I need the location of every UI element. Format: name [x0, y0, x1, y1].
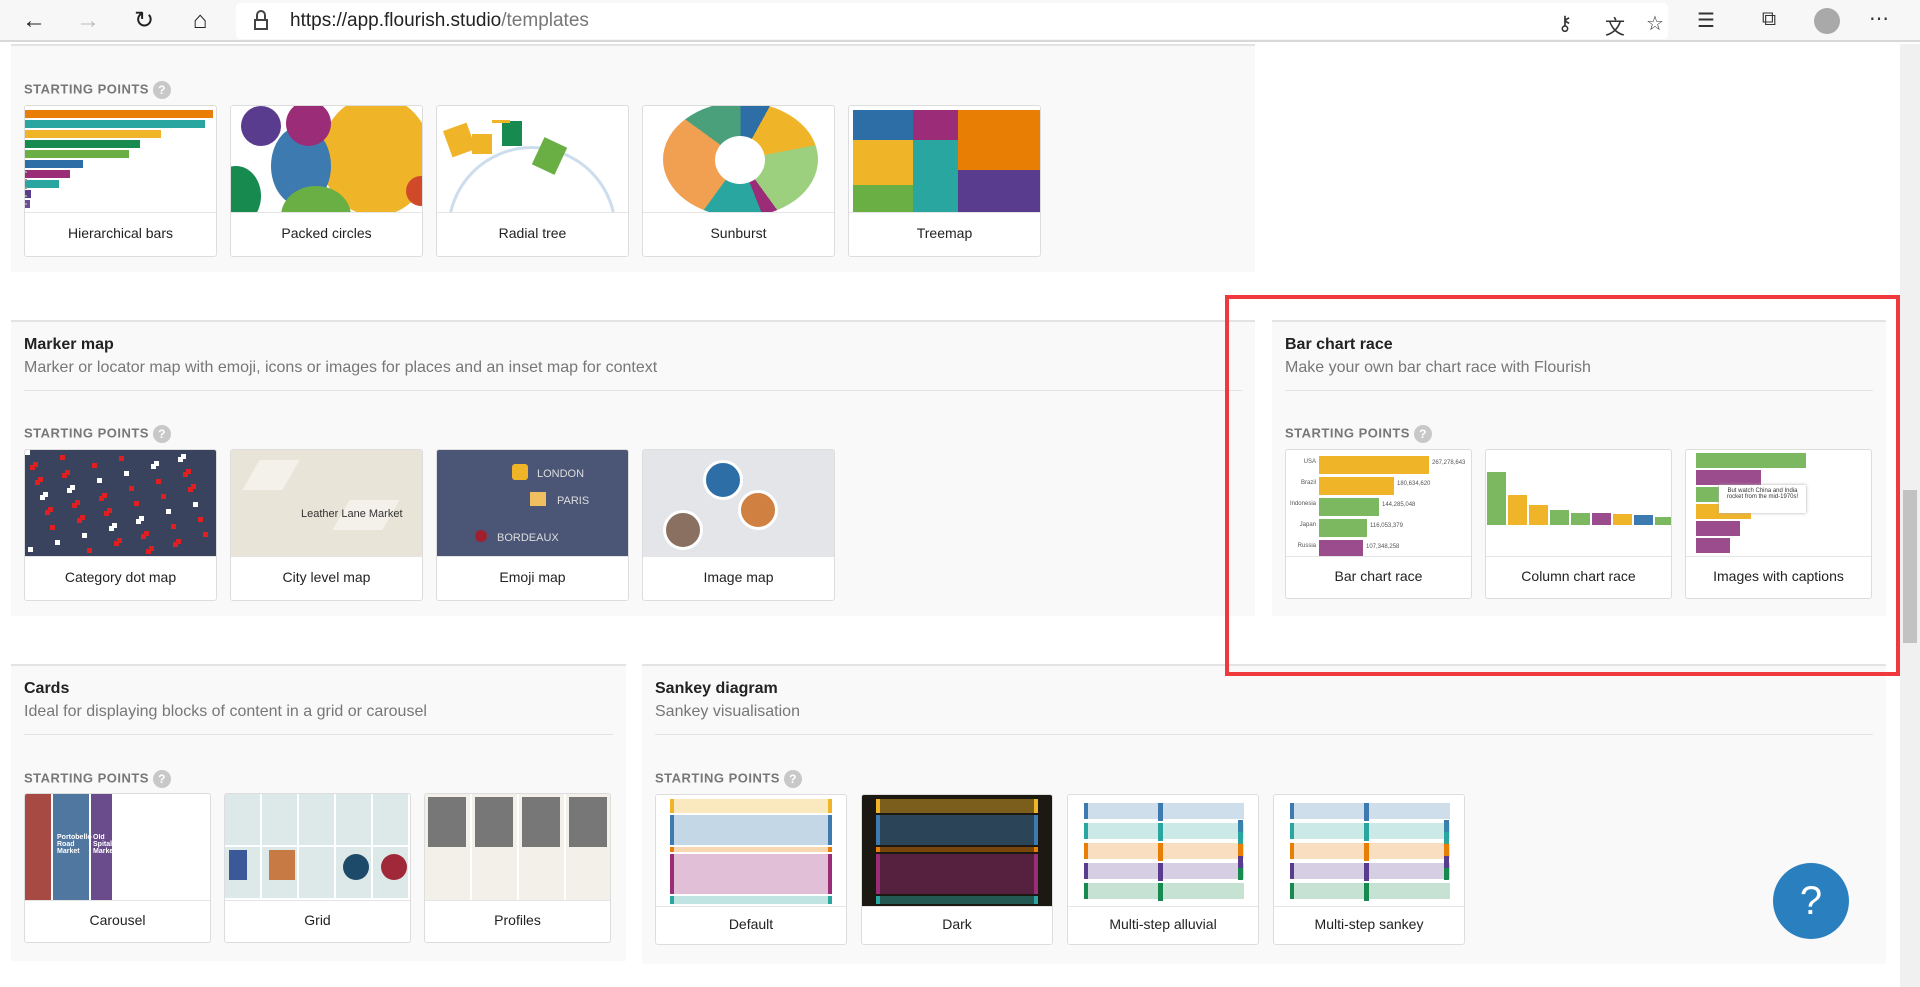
template-thumbnail[interactable]: Portobello Road MarketOld Spitalfields M… — [25, 794, 210, 901]
template-thumbnail[interactable] — [1274, 795, 1464, 907]
template-card[interactable]: Multi-step alluvial — [1067, 794, 1259, 945]
template-card-label[interactable]: Category dot map — [25, 555, 216, 600]
section-subtitle: Marker or locator map with emoji, icons … — [24, 359, 658, 376]
profile-avatar[interactable] — [1814, 8, 1840, 34]
card-list: Default Dark Multi-step alluvial Multi-s… — [655, 794, 1479, 945]
key-icon[interactable]: ⚷ — [1552, 11, 1578, 36]
template-thumbnail[interactable] — [25, 106, 216, 213]
template-card[interactable]: Category dot map — [24, 449, 217, 601]
section-title: Sankey diagram — [655, 680, 778, 697]
thumb-text: Portobello Road Market — [57, 834, 92, 855]
template-card[interactable]: Dark — [861, 794, 1053, 945]
url-text[interactable]: https://app.flourish.studio/templates — [290, 10, 589, 32]
template-card[interactable]: Hierarchical bars — [24, 105, 217, 257]
template-card[interactable]: Image map — [642, 449, 835, 601]
section-marker: Marker map Marker or locator map with emo… — [11, 320, 1255, 616]
template-thumbnail[interactable] — [25, 450, 216, 557]
template-card-label[interactable]: Packed circles — [231, 211, 422, 256]
thumb-text: LONDON — [537, 468, 585, 480]
template-thumbnail[interactable]: LONDON PARIS BORDEAUX — [437, 450, 628, 557]
template-thumbnail[interactable] — [425, 794, 610, 901]
card-list: Portobello Road MarketOld Spitalfields M… — [24, 793, 624, 943]
template-card[interactable]: Leather Lane Market City level map — [230, 449, 423, 601]
card-list: Hierarchical bars Packed circles Radial … — [24, 105, 1054, 257]
template-card[interactable]: LONDON PARIS BORDEAUX Emoji map — [436, 449, 629, 601]
template-card-label[interactable]: Radial tree — [437, 211, 628, 256]
help-question-icon[interactable]: ? — [152, 81, 171, 99]
home-icon[interactable]: ⌂ — [184, 6, 216, 36]
template-thumbnail[interactable] — [656, 795, 846, 907]
template-card[interactable]: Multi-step sankey — [1273, 794, 1465, 945]
template-card[interactable]: Packed circles — [230, 105, 423, 257]
template-thumbnail[interactable] — [231, 106, 422, 213]
help-question-icon[interactable]: ? — [152, 425, 171, 443]
section-title: Cards — [24, 680, 70, 697]
section-hierarchy: STARTING POINTS? Hierarchical bars Packe… — [11, 44, 1255, 272]
scrollbar-thumb[interactable] — [1903, 490, 1917, 643]
thumb-text: Leather Lane Market — [301, 508, 403, 520]
template-thumbnail[interactable] — [437, 106, 628, 213]
divider — [24, 734, 613, 735]
help-button[interactable]: ? — [1773, 863, 1849, 939]
template-card-label[interactable]: Multi-step sankey — [1274, 905, 1464, 944]
template-card[interactable]: Radial tree — [436, 105, 629, 257]
template-card-label[interactable]: Emoji map — [437, 555, 628, 600]
template-card-label[interactable]: Grid — [225, 899, 410, 942]
template-thumbnail[interactable]: Leather Lane Market — [231, 450, 422, 557]
section-sankey: Sankey diagram Sankey visualisation STARTI… — [642, 664, 1886, 964]
template-card[interactable]: Default — [655, 794, 847, 945]
help-question-icon[interactable]: ? — [152, 770, 171, 788]
section-title: Marker map — [24, 336, 114, 353]
template-thumbnail[interactable] — [643, 450, 834, 557]
template-card-label[interactable]: Default — [656, 905, 846, 944]
template-card-label[interactable]: Hierarchical bars — [25, 211, 216, 256]
thumb-text: Old Spitalfields Market — [93, 834, 113, 855]
template-thumbnail[interactable] — [225, 794, 410, 901]
more-icon[interactable]: ⋯ — [1866, 6, 1892, 31]
template-thumbnail[interactable] — [849, 106, 1040, 213]
template-card-label[interactable]: City level map — [231, 555, 422, 600]
template-card[interactable]: Grid — [224, 793, 411, 943]
translate-icon[interactable]: 文 — [1602, 11, 1628, 40]
template-thumbnail[interactable] — [643, 106, 834, 213]
section-subtitle: Sankey visualisation — [655, 703, 800, 720]
template-card[interactable]: Treemap — [848, 105, 1041, 257]
favorites-list-icon[interactable]: ☰ — [1693, 8, 1719, 33]
template-thumbnail[interactable] — [862, 795, 1052, 907]
starting-points-label: STARTING POINTS? — [24, 770, 171, 788]
collections-icon[interactable]: ⧉ — [1756, 8, 1782, 31]
help-question-icon[interactable]: ? — [783, 770, 802, 788]
thumb-text: BORDEAUX — [497, 532, 559, 544]
address-bar[interactable]: https://app.flourish.studio/templates ⚷ … — [236, 3, 1668, 39]
scrollbar[interactable] — [1900, 44, 1920, 987]
thumb-text: PARIS — [557, 495, 590, 507]
lock-icon — [254, 10, 268, 30]
forward-icon[interactable]: → — [72, 6, 104, 36]
template-card[interactable]: Profiles — [424, 793, 611, 943]
highlight-box — [1225, 295, 1900, 676]
template-thumbnail[interactable] — [1068, 795, 1258, 907]
template-card-label[interactable]: Dark — [862, 905, 1052, 944]
favorite-star-icon[interactable]: ☆ — [1642, 11, 1668, 36]
template-card[interactable]: Sunburst — [642, 105, 835, 257]
template-card-label[interactable]: Multi-step alluvial — [1068, 905, 1258, 944]
template-card-label[interactable]: Profiles — [425, 899, 610, 942]
template-card-label[interactable]: Carousel — [25, 899, 210, 942]
template-card-label[interactable]: Sunburst — [643, 211, 834, 256]
template-card-label[interactable]: Treemap — [849, 211, 1040, 256]
divider — [655, 734, 1873, 735]
template-card[interactable]: Portobello Road MarketOld Spitalfields M… — [24, 793, 211, 943]
starting-points-label: STARTING POINTS? — [24, 425, 171, 443]
section-cards: Cards Ideal for displaying blocks of cont… — [11, 664, 626, 961]
back-icon[interactable]: ← — [18, 6, 50, 36]
browser-toolbar: ← → ↻ ⌂ https://app.flourish.studio/temp… — [0, 0, 1920, 42]
refresh-icon[interactable]: ↻ — [128, 6, 160, 36]
starting-points-label: STARTING POINTS? — [655, 770, 802, 788]
starting-points-label: STARTING POINTS? — [24, 81, 171, 99]
card-list: Category dot map Leather Lane Market Cit… — [24, 449, 848, 601]
section-subtitle: Ideal for displaying blocks of content i… — [24, 703, 427, 720]
template-card-label[interactable]: Image map — [643, 555, 834, 600]
divider — [24, 390, 1242, 391]
